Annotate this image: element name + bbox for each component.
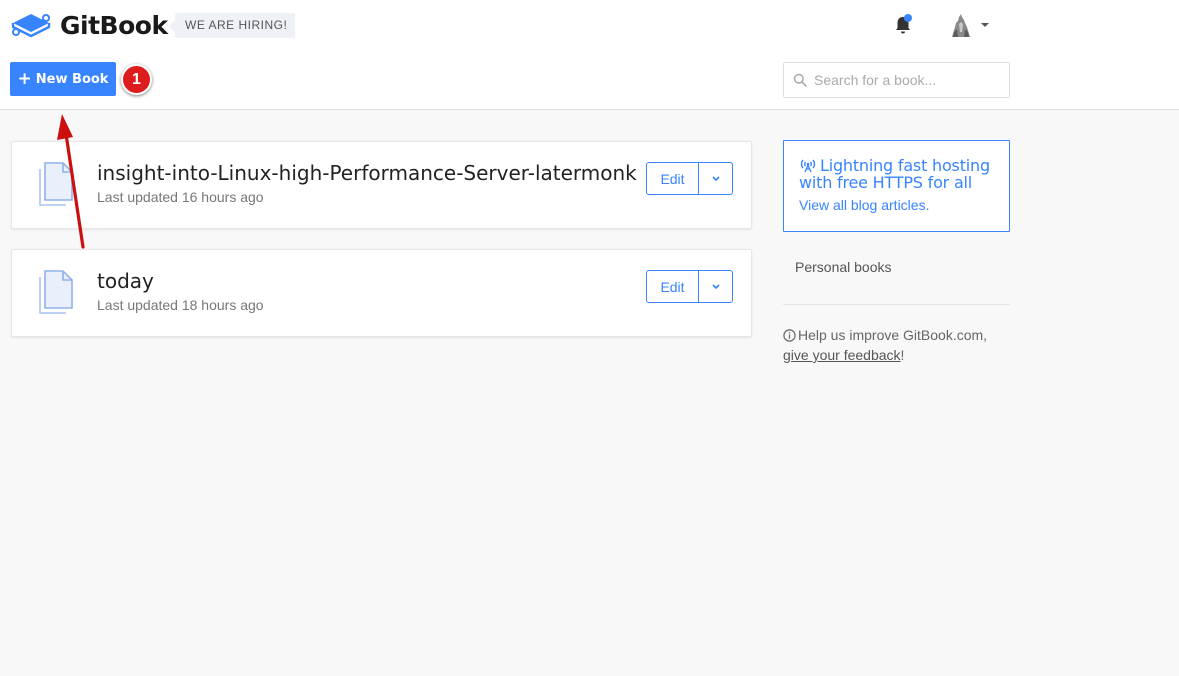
top-header: GitBook WE ARE HIRING! + New Book 1 [0, 0, 1179, 110]
feedback-note: Help us improve GitBook.com, give your f… [783, 325, 1013, 365]
feedback-suffix: ! [900, 347, 905, 363]
blog-articles-link[interactable]: View all blog articles. [799, 197, 994, 213]
brand-name: GitBook [60, 10, 168, 40]
edit-dropdown-toggle[interactable] [699, 271, 732, 302]
book-card[interactable]: today Last updated 18 hours ago Edit [11, 249, 752, 337]
book-updated-time: Last updated 16 hours ago [97, 189, 264, 205]
info-icon [783, 329, 796, 342]
help-text: Help us improve GitBook.com, [798, 327, 988, 343]
hiring-badge[interactable]: WE ARE HIRING! [168, 13, 296, 38]
chevron-down-icon [711, 176, 720, 182]
chevron-down-icon[interactable] [981, 23, 989, 27]
personal-books-nav[interactable]: Personal books [795, 259, 892, 275]
promo-title: Lightning fast hosting with free HTTPS f… [799, 157, 994, 191]
book-title[interactable]: insight-into-Linux-high-Performance-Serv… [97, 161, 637, 185]
document-icon [39, 162, 73, 206]
edit-button-group: Edit [646, 270, 733, 303]
book-search[interactable] [783, 62, 1010, 98]
user-avatar[interactable] [949, 12, 973, 38]
new-book-label: New Book [35, 71, 109, 87]
edit-button[interactable]: Edit [647, 271, 699, 302]
promo-title-text: Lightning fast hosting with free HTTPS f… [799, 156, 990, 192]
book-title[interactable]: today [97, 269, 154, 293]
step-marker-badge: 1 [121, 64, 152, 95]
broadcast-tower-icon [800, 159, 816, 173]
edit-button[interactable]: Edit [647, 163, 699, 194]
notification-dot [904, 14, 912, 22]
hosting-promo[interactable]: Lightning fast hosting with free HTTPS f… [783, 140, 1010, 232]
gitbook-logo[interactable]: GitBook [10, 8, 168, 42]
sidebar-divider [783, 304, 1010, 305]
book-logo-icon [11, 14, 51, 38]
plus-icon: + [17, 68, 32, 89]
chevron-down-icon [711, 284, 720, 290]
book-updated-time: Last updated 18 hours ago [97, 297, 264, 313]
feedback-link[interactable]: give your feedback [783, 347, 901, 363]
document-icon [39, 270, 73, 314]
edit-button-group: Edit [646, 162, 733, 195]
book-card[interactable]: insight-into-Linux-high-Performance-Serv… [11, 141, 752, 229]
search-icon [793, 73, 807, 87]
search-input[interactable] [814, 63, 1004, 97]
edit-dropdown-toggle[interactable] [699, 163, 732, 194]
new-book-button[interactable]: + New Book [10, 62, 116, 96]
